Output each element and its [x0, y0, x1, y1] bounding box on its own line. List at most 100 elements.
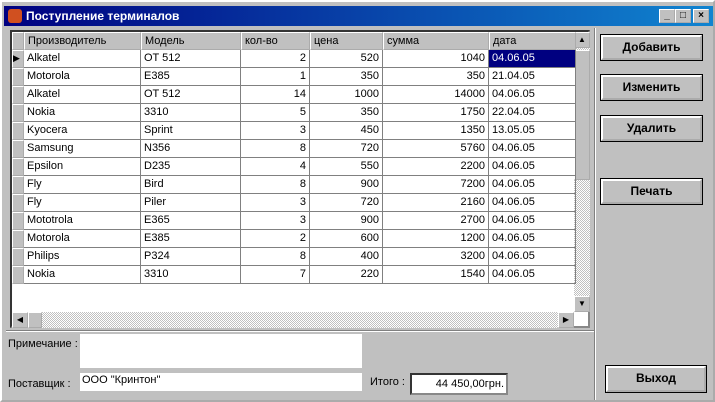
table-cell[interactable]: 3200: [383, 248, 489, 266]
column-header[interactable]: Производитель: [24, 32, 141, 50]
scroll-left-icon[interactable]: ◀: [12, 312, 28, 328]
data-grid[interactable]: ▲ ▼ ◀ ▶ Производитель Модель кол-во цена сум…: [10, 30, 590, 328]
row-indicator[interactable]: [12, 86, 24, 104]
column-header[interactable]: сумма: [383, 32, 489, 50]
row-indicator[interactable]: [12, 104, 24, 122]
table-cell[interactable]: 900: [310, 212, 383, 230]
table-cell[interactable]: Philips: [24, 248, 141, 266]
row-indicator[interactable]: [12, 140, 24, 158]
table-cell[interactable]: 04.06.05: [489, 86, 576, 104]
table-cell[interactable]: 04.06.05: [489, 176, 576, 194]
table-cell[interactable]: 350: [310, 68, 383, 86]
table-row[interactable]: Nokia 3310 7 220 1540 04.06.05: [12, 266, 576, 284]
print-button[interactable]: Печать: [600, 178, 703, 205]
table-cell[interactable]: 8: [241, 176, 310, 194]
table-cell[interactable]: E365: [141, 212, 241, 230]
table-cell[interactable]: 7200: [383, 176, 489, 194]
table-row[interactable]: Nokia 3310 5 350 1750 22.04.05: [12, 104, 576, 122]
table-cell[interactable]: P324: [141, 248, 241, 266]
table-cell[interactable]: 720: [310, 140, 383, 158]
scroll-thumb[interactable]: [574, 50, 590, 180]
table-cell[interactable]: OT 512: [141, 50, 241, 68]
table-cell[interactable]: Alkatel: [24, 86, 141, 104]
minimize-button[interactable]: _: [659, 9, 675, 23]
table-row[interactable]: Fly Bird 8 900 7200 04.06.05: [12, 176, 576, 194]
table-cell[interactable]: 8: [241, 140, 310, 158]
table-cell[interactable]: 1750: [383, 104, 489, 122]
table-cell[interactable]: Piler: [141, 194, 241, 212]
close-button[interactable]: ×: [693, 9, 709, 23]
scroll-right-icon[interactable]: ▶: [558, 312, 574, 328]
table-cell[interactable]: 04.06.05: [489, 212, 576, 230]
table-cell[interactable]: 22.04.05: [489, 104, 576, 122]
table-cell[interactable]: 450: [310, 122, 383, 140]
grid-header[interactable]: Производитель Модель кол-во цена сумма дата: [12, 32, 576, 50]
exit-button[interactable]: Выход: [605, 365, 707, 393]
table-cell[interactable]: 900: [310, 176, 383, 194]
table-cell[interactable]: 7: [241, 266, 310, 284]
table-cell[interactable]: 3: [241, 194, 310, 212]
row-indicator[interactable]: [12, 68, 24, 86]
table-cell[interactable]: Bird: [141, 176, 241, 194]
table-cell[interactable]: Motorola: [24, 230, 141, 248]
table-cell[interactable]: Motorola: [24, 68, 141, 86]
table-row[interactable]: Kyocera Sprint 3 450 1350 13.05.05: [12, 122, 576, 140]
table-cell[interactable]: 8: [241, 248, 310, 266]
row-indicator[interactable]: [12, 266, 24, 284]
table-cell[interactable]: 1040: [383, 50, 489, 68]
table-cell[interactable]: 2: [241, 230, 310, 248]
table-row[interactable]: Fly Piler 3 720 2160 04.06.05: [12, 194, 576, 212]
table-cell[interactable]: 14: [241, 86, 310, 104]
table-cell[interactable]: Alkatel: [24, 50, 141, 68]
table-cell[interactable]: 14000: [383, 86, 489, 104]
table-cell[interactable]: 4: [241, 158, 310, 176]
table-cell[interactable]: 2200: [383, 158, 489, 176]
scroll-thumb-h[interactable]: [28, 312, 42, 328]
table-cell[interactable]: 1540: [383, 266, 489, 284]
table-cell[interactable]: 350: [310, 104, 383, 122]
table-cell[interactable]: 350: [383, 68, 489, 86]
table-row[interactable]: Epsilon D235 4 550 2200 04.06.05: [12, 158, 576, 176]
table-cell[interactable]: Fly: [24, 194, 141, 212]
delete-button[interactable]: Удалить: [600, 115, 703, 142]
table-cell[interactable]: 3: [241, 212, 310, 230]
table-cell[interactable]: 600: [310, 230, 383, 248]
row-indicator[interactable]: [12, 176, 24, 194]
table-row[interactable]: Mototrola E365 3 900 2700 04.06.05: [12, 212, 576, 230]
table-row[interactable]: Philips P324 8 400 3200 04.06.05: [12, 248, 576, 266]
scroll-up-icon[interactable]: ▲: [574, 32, 590, 48]
table-cell[interactable]: D235: [141, 158, 241, 176]
table-cell[interactable]: 04.06.05: [489, 248, 576, 266]
table-row[interactable]: Alkatel OT 512 14 1000 14000 04.06.05: [12, 86, 576, 104]
row-indicator[interactable]: [12, 122, 24, 140]
table-row[interactable]: ▶ Alkatel OT 512 2 520 1040 04.06.05: [12, 50, 576, 68]
supplier-field[interactable]: ООО "Кринтон": [80, 373, 362, 391]
row-indicator[interactable]: [12, 248, 24, 266]
table-cell[interactable]: 04.06.05: [489, 140, 576, 158]
table-cell[interactable]: 21.04.05: [489, 68, 576, 86]
table-cell[interactable]: 720: [310, 194, 383, 212]
scroll-down-icon[interactable]: ▼: [574, 296, 590, 312]
table-cell[interactable]: 1350: [383, 122, 489, 140]
table-cell[interactable]: Sprint: [141, 122, 241, 140]
column-header[interactable]: Модель: [141, 32, 241, 50]
edit-button[interactable]: Изменить: [600, 74, 703, 101]
column-header[interactable]: дата: [489, 32, 576, 50]
table-cell[interactable]: 04.06.05: [489, 266, 576, 284]
current-row-indicator-icon[interactable]: ▶: [12, 50, 24, 68]
table-cell[interactable]: 1200: [383, 230, 489, 248]
table-cell[interactable]: 04.06.05: [489, 194, 576, 212]
table-cell[interactable]: 2160: [383, 194, 489, 212]
vertical-scrollbar[interactable]: ▲ ▼: [574, 32, 590, 312]
note-field[interactable]: [80, 334, 362, 368]
row-indicator[interactable]: [12, 194, 24, 212]
table-cell[interactable]: Nokia: [24, 104, 141, 122]
table-cell[interactable]: 5760: [383, 140, 489, 158]
table-cell[interactable]: 04.06.05: [489, 230, 576, 248]
table-cell[interactable]: OT 512: [141, 86, 241, 104]
table-cell[interactable]: 2: [241, 50, 310, 68]
table-cell[interactable]: Fly: [24, 176, 141, 194]
table-cell[interactable]: 550: [310, 158, 383, 176]
table-cell[interactable]: 04.06.05: [489, 158, 576, 176]
table-cell[interactable]: Nokia: [24, 266, 141, 284]
